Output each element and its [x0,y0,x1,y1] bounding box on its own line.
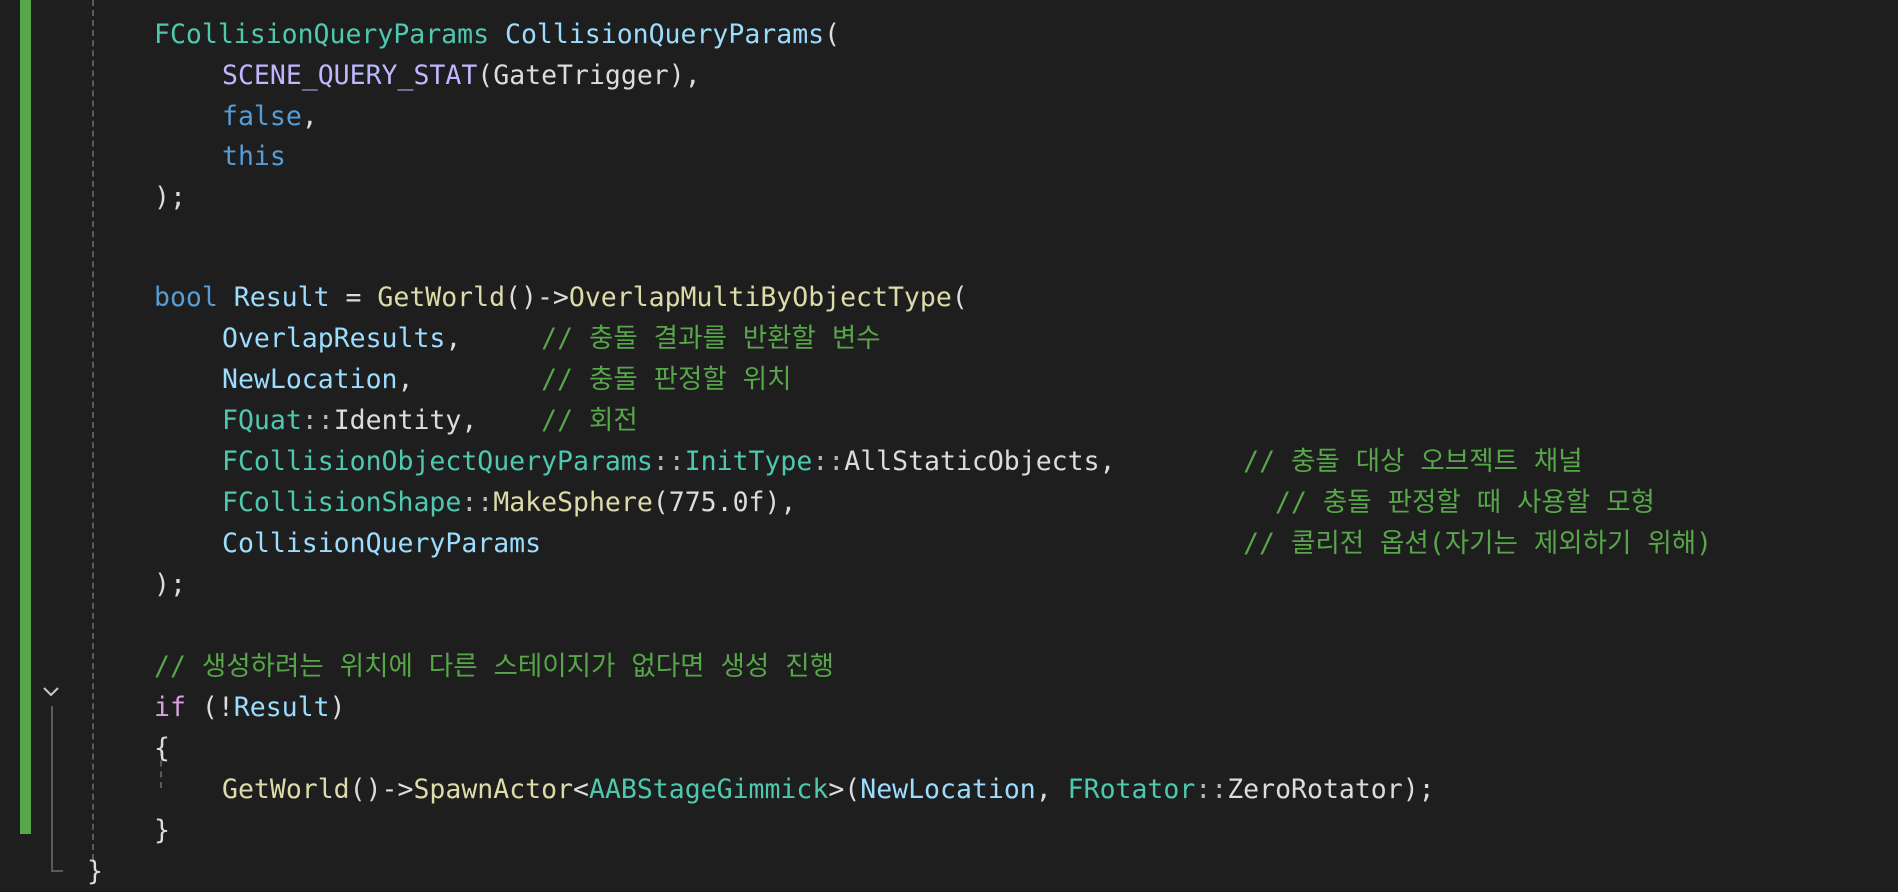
code-comment: // 충돌 결과를 반환할 변수 [541,323,881,354]
code-token: FCollisionShape [222,487,462,518]
code-token: (! [185,692,234,723]
code-token: AllStaticObjects [844,446,1100,477]
code-token: false [222,101,302,132]
code-token: bool [154,282,218,313]
code-token: CollisionQueryParams [222,528,542,559]
code-editor[interactable]: FCollisionQueryParams CollisionQueryPara… [0,0,1898,892]
code-line[interactable]: } [154,810,170,851]
code-token: FCollisionObjectQueryParams [222,446,653,477]
code-token: OverlapResults [222,323,446,354]
code-token: (775.0f), [652,487,797,518]
code-comment: // 콜리전 옵션(자기는 제외하기 위해) [1243,528,1713,559]
code-token: } [87,856,103,887]
scope-bracket [51,706,63,872]
code-token: NewLocation [860,774,1036,805]
code-token: , [461,405,542,436]
code-token: :: [301,405,334,436]
code-line[interactable]: { [154,728,170,769]
code-token: = [329,282,378,313]
code-token: ()-> [505,282,569,313]
code-token: ( [951,282,968,313]
code-token: :: [812,446,845,477]
code-line[interactable]: NewLocation, // 충돌 판정할 위치 [222,359,792,400]
code-token: , [445,323,542,354]
code-token: { [154,733,170,764]
code-token: (GateTrigger), [477,60,701,91]
code-token: SCENE_QUERY_STAT [222,60,478,91]
code-token: this [222,141,286,172]
code-token: , [397,364,542,395]
code-line[interactable]: false, [222,96,318,137]
code-token: OverlapMultiByObjectType [568,282,952,313]
code-comment: // 충돌 판정할 위치 [541,364,792,395]
code-line[interactable]: FCollisionShape::MakeSphere(775.0f), // … [222,482,1655,523]
code-token: :: [461,487,494,518]
code-token: , [301,101,318,132]
code-token: :: [1195,774,1228,805]
code-line[interactable]: } [87,851,103,892]
code-token: NewLocation [222,364,398,395]
code-token: , [1099,446,1244,477]
code-line[interactable]: SCENE_QUERY_STAT(GateTrigger), [222,55,701,96]
code-token: ) [329,692,346,723]
code-token: Result [233,692,330,723]
indent-guide [92,0,94,860]
code-line[interactable]: CollisionQueryParams // 콜리전 옵션(자기는 제외하기 … [222,523,1712,564]
code-line[interactable]: bool Result = GetWorld()->OverlapMultiBy… [154,277,968,318]
code-token: AABStageGimmick [588,774,829,805]
code-token: ( [824,19,841,50]
code-token: ()-> [349,774,414,805]
code-token: Result [233,282,330,313]
code-token: MakeSphere [493,487,653,518]
code-token: if [154,692,186,723]
code-line[interactable]: ); [154,177,186,218]
code-line[interactable]: ); [154,564,186,605]
code-comment: // 충돌 대상 오브젝트 채널 [1243,446,1583,477]
code-token: CollisionQueryParams [505,19,825,50]
code-comment: // 생성하려는 위치에 다른 스테이지가 없다면 생성 진행 [154,651,834,682]
code-line[interactable]: FCollisionQueryParams CollisionQueryPara… [154,14,840,55]
code-token: FRotator [1067,774,1196,805]
code-token: FCollisionQueryParams [154,19,490,50]
code-token: ); [154,569,186,600]
code-token: InitType [684,446,813,477]
code-token: Identity [333,405,462,436]
code-comment: // 충돌 판정할 때 사용할 모형 [1275,487,1655,518]
code-line[interactable]: FQuat::Identity, // 회전 [222,400,638,441]
code-token: ); [154,182,186,213]
code-token: < [573,774,589,805]
code-token: :: [652,446,685,477]
code-token: >( [828,774,861,805]
code-token: , [1035,774,1068,805]
code-comment: // 회전 [541,405,638,436]
code-token: FQuat [222,405,302,436]
code-token: GetWorld [222,774,350,805]
code-token: } [154,815,170,846]
code-line[interactable]: if (!Result) [154,687,346,728]
change-indicator-bar [20,0,31,834]
code-line[interactable]: FCollisionObjectQueryParams::InitType::A… [222,441,1583,482]
code-token: ); [1402,774,1435,805]
code-line[interactable]: this [222,136,286,177]
code-line[interactable]: // 생성하려는 위치에 다른 스테이지가 없다면 생성 진행 [154,646,834,687]
code-line[interactable]: OverlapResults, // 충돌 결과를 반환할 변수 [222,318,881,359]
chevron-down-icon[interactable] [40,681,62,703]
code-token: GetWorld [377,282,506,313]
code-line[interactable]: GetWorld()->SpawnActor<AABStageGimmick>(… [222,769,1435,810]
code-token: ZeroRotator [1227,774,1403,805]
code-token: SpawnActor [413,774,574,805]
